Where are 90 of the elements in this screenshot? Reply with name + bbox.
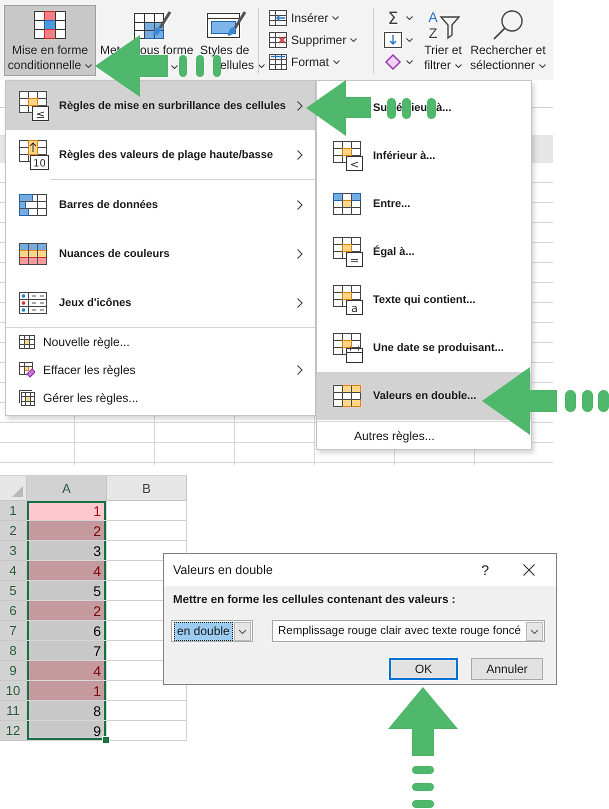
conditional-formatting-button[interactable]: Mise en forme conditionnelle [4, 5, 96, 76]
grid-calendar-icon [333, 333, 363, 363]
table-cell: 2 [27, 521, 107, 541]
chevron-down-icon [526, 622, 543, 640]
row-header[interactable]: 8 [0, 641, 27, 661]
arrow-tail-dash [412, 783, 434, 791]
find-select-button[interactable]: Rechercher et sélectionner [467, 5, 549, 76]
arrow-tail-dash [179, 55, 187, 77]
pointer-arrow [388, 687, 458, 756]
help-button[interactable]: ? [481, 562, 489, 578]
corner-triangle-icon [12, 486, 23, 497]
row-header[interactable]: 4 [0, 561, 27, 581]
arrow-tail-dash [412, 766, 434, 774]
menu-item[interactable]: Jeux d'icônes [6, 278, 315, 327]
table-cell: 7 [27, 641, 107, 661]
table-cell: 3 [27, 541, 107, 561]
menu-item[interactable]: Effacer les règles [6, 356, 315, 384]
cancel-button[interactable]: Annuler [471, 658, 543, 680]
menu-item[interactable]: Barres de données [6, 180, 315, 229]
menu-item[interactable]: < Inférieur à... [317, 132, 531, 180]
arrow-tail-dash [565, 390, 576, 412]
eraser-icon [384, 54, 402, 70]
table-cell: 1 [27, 501, 107, 521]
stacked-grid-icon [19, 390, 35, 406]
arrow-tail-dash [598, 390, 609, 412]
table-cell: 1 [27, 681, 107, 701]
arrow-tail-dash [582, 390, 593, 412]
menu-item[interactable]: a Texte qui contient... [317, 276, 531, 324]
ok-button[interactable]: OK [389, 658, 458, 680]
delete-button[interactable]: Supprimer [266, 30, 360, 50]
table-cell: 4 [27, 561, 107, 581]
menu-item[interactable]: 10 Règles des valeurs de plage haute/basse [6, 130, 315, 179]
grid-format-icon [269, 54, 287, 70]
menu-item[interactable]: Une date se produisant... [317, 324, 531, 372]
menu-item[interactable]: Nouvelle règle... [6, 328, 315, 356]
menu-item[interactable]: ≤ Règles de mise en surbrillance des cellules [6, 81, 315, 130]
grid-cross-icon [269, 32, 287, 48]
row-header[interactable]: 7 [0, 621, 27, 641]
row-header[interactable]: 3 [0, 541, 27, 561]
column-header[interactable]: A [27, 476, 107, 501]
fill-down-icon [384, 32, 402, 48]
table-cell: 5 [27, 581, 107, 601]
dialog-title: Valeurs en double [173, 563, 274, 577]
insert-button[interactable]: Insérer [266, 8, 342, 28]
arrow-tail-dash [213, 55, 221, 77]
grid-arrow-icon [269, 10, 287, 26]
format-dropdown[interactable]: Remplissage rouge clair avec texte rouge foncé [272, 620, 545, 642]
row-header[interactable]: 11 [0, 701, 27, 721]
arrow-tail-dash [196, 55, 204, 77]
sigma-icon: Σ [384, 9, 402, 27]
colored-grid-icon [34, 10, 66, 40]
dialog-prompt: Mettre en forme les cellules contenant des valeurs : [172, 593, 456, 608]
more-rules-item[interactable]: Autres règles... [317, 422, 531, 450]
arrow-tail-dash [412, 800, 434, 808]
fill-handle[interactable] [102, 736, 110, 744]
menu-item[interactable]: Su é ieu à... [317, 84, 531, 132]
row-header[interactable]: 1 [0, 501, 27, 521]
format-button[interactable]: Format [266, 52, 344, 72]
table-cell: 2 [27, 601, 107, 621]
condition-dropdown[interactable]: en double [171, 620, 253, 642]
grid-new-icon [19, 334, 35, 350]
row-header[interactable]: 9 [0, 661, 27, 681]
cell-brush-icon [207, 10, 247, 40]
search-icon [492, 10, 524, 40]
arrow-tail-dash [427, 98, 436, 118]
row-header[interactable]: 10 [0, 681, 27, 701]
close-button[interactable] [523, 564, 535, 576]
menu-item[interactable]: Nuances de couleurs [6, 229, 315, 278]
column-header[interactable]: B [107, 476, 187, 501]
table-cell: 9 [27, 721, 107, 741]
sort-filter-button[interactable]: A Z Trier et filtrer [419, 5, 467, 76]
arrow-tail-dash [387, 98, 396, 118]
row-header[interactable]: 5 [0, 581, 27, 601]
autosum-button[interactable]: Σ [381, 8, 416, 28]
table-cell: 8 [27, 701, 107, 721]
menu-item[interactable]: Gérer les règles... [6, 384, 315, 412]
table-brush-icon [134, 10, 172, 40]
close-icon [523, 564, 535, 576]
arrow-tail-dash [402, 98, 412, 118]
table-cell: 6 [27, 621, 107, 641]
row-header[interactable]: 12 [0, 721, 27, 741]
menu-item[interactable]: = Égal à... [317, 228, 531, 276]
chevron-down-icon [234, 622, 251, 640]
row-header[interactable]: 6 [0, 601, 27, 621]
table-cell: 4 [27, 661, 107, 681]
row-header[interactable]: 2 [0, 521, 27, 541]
pointer-arrow [306, 80, 371, 136]
menu-item[interactable]: Entre... [317, 180, 531, 228]
fill-button[interactable] [381, 30, 416, 50]
grid-eraser-icon [19, 362, 35, 378]
